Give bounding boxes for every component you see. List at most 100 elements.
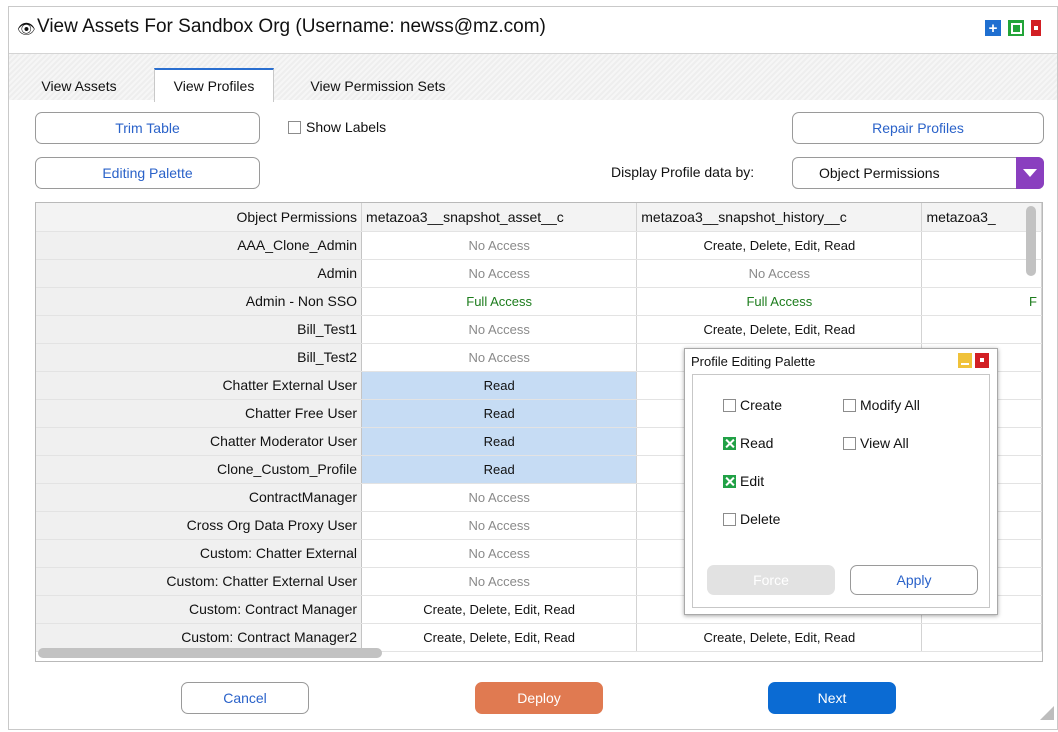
table-row: Admin - Non SSO Full Access Full Access F	[36, 287, 1042, 316]
modify-all-option[interactable]: Modify All	[843, 397, 920, 413]
tab-view-profiles[interactable]: View Profiles	[154, 68, 274, 102]
column-header[interactable]: metazoa3_	[921, 203, 1042, 232]
edit-option[interactable]: Edit	[723, 473, 764, 489]
table-cell[interactable]: No Access	[361, 315, 638, 344]
read-checkbox[interactable]	[723, 436, 736, 450]
view-all-label: View All	[860, 435, 909, 451]
title-bar: 👁 View Assets For Sandbox Org (Username:…	[9, 7, 1057, 47]
table-cell[interactable]: No Access	[361, 539, 638, 568]
table-cell[interactable]: No Access	[361, 259, 638, 288]
table-cell[interactable]: F	[921, 287, 1042, 316]
table-cell[interactable]: Read	[361, 371, 638, 400]
display-by-label: Display Profile data by:	[611, 164, 755, 180]
show-labels-checkbox[interactable]	[288, 121, 301, 134]
display-by-value: Object Permissions	[819, 165, 940, 181]
eye-icon: 👁	[17, 21, 37, 38]
row-header[interactable]: Custom: Chatter External	[36, 539, 363, 568]
row-header[interactable]: Bill_Test1	[36, 315, 363, 344]
window-title: View Assets For Sandbox Org (Username: n…	[37, 16, 546, 37]
table-cell[interactable]: Full Access	[361, 287, 638, 316]
table-cell[interactable]: No Access	[361, 231, 638, 260]
table-cell[interactable]: Create, Delete, Edit, Read	[636, 315, 923, 344]
trim-table-button[interactable]: Trim Table	[35, 112, 260, 144]
table-header-row: Object Permissions metazoa3__snapshot_as…	[36, 203, 1042, 232]
table-cell[interactable]: No Access	[636, 259, 923, 288]
force-button[interactable]: Force	[707, 565, 835, 595]
read-label: Read	[740, 435, 774, 451]
row-header[interactable]: Cross Org Data Proxy User	[36, 511, 363, 540]
table-row: AAA_Clone_Admin No Access Create, Delete, …	[36, 231, 1042, 260]
table-cell[interactable]	[921, 231, 1042, 260]
row-header[interactable]: Chatter External User	[36, 371, 363, 400]
row-header[interactable]: AAA_Clone_Admin	[36, 231, 363, 260]
row-header[interactable]: Bill_Test2	[36, 343, 363, 372]
table-cell[interactable]: Read	[361, 427, 638, 456]
view-all-option[interactable]: View All	[843, 435, 909, 451]
column-header[interactable]: metazoa3__snapshot_asset__c	[361, 203, 638, 232]
table-cell[interactable]: Create, Delete, Edit, Read	[361, 595, 638, 624]
delete-option[interactable]: Delete	[723, 511, 780, 527]
modify-all-label: Modify All	[860, 397, 920, 413]
create-option[interactable]: Create	[723, 397, 782, 413]
palette-body: Create Modify All Read View All Edit Del…	[692, 374, 990, 608]
table-cell[interactable]: Create, Delete, Edit, Read	[636, 231, 923, 260]
delete-checkbox[interactable]	[723, 512, 736, 526]
next-button[interactable]: Next	[768, 682, 896, 714]
row-header[interactable]: Clone_Custom_Profile	[36, 455, 363, 484]
repair-profiles-button[interactable]: Repair Profiles	[792, 112, 1044, 144]
resize-grip-icon[interactable]	[1040, 706, 1054, 720]
cancel-button[interactable]: Cancel	[181, 682, 309, 714]
row-header[interactable]: Admin - Non SSO	[36, 287, 363, 316]
table-cell[interactable]	[921, 623, 1042, 652]
vertical-scrollbar[interactable]	[1026, 206, 1036, 276]
tab-bar: View Assets View Profiles View Permissio…	[9, 53, 1057, 102]
table-cell[interactable]: No Access	[361, 567, 638, 596]
modify-all-checkbox[interactable]	[843, 398, 856, 412]
table-cell[interactable]: No Access	[361, 511, 638, 540]
editing-palette-button[interactable]: Editing Palette	[35, 157, 260, 189]
close-icon[interactable]	[1031, 20, 1041, 36]
tab-view-assets[interactable]: View Assets	[27, 72, 131, 100]
read-option[interactable]: Read	[723, 435, 773, 451]
profile-editing-palette: Profile Editing Palette Create Modify Al…	[684, 348, 998, 615]
maximize-icon[interactable]	[1008, 20, 1024, 36]
tab-view-permission-sets[interactable]: View Permission Sets	[289, 72, 467, 100]
table-row: Admin No Access No Access	[36, 259, 1042, 288]
edit-checkbox[interactable]	[723, 474, 736, 488]
row-header[interactable]: Admin	[36, 259, 363, 288]
table-row: Bill_Test1 No Access Create, Delete, Edit,…	[36, 315, 1042, 344]
plus-icon[interactable]: +	[985, 20, 1001, 36]
create-checkbox[interactable]	[723, 398, 736, 412]
table-cell[interactable]: Create, Delete, Edit, Read	[636, 623, 923, 652]
row-header[interactable]: Chatter Free User	[36, 399, 363, 428]
view-all-checkbox[interactable]	[843, 436, 856, 450]
corner-header: Object Permissions	[36, 203, 363, 232]
horizontal-scrollbar[interactable]	[38, 648, 382, 658]
row-header[interactable]: ContractManager	[36, 483, 363, 512]
close-icon[interactable]	[975, 353, 989, 368]
edit-label: Edit	[740, 473, 765, 489]
column-header[interactable]: metazoa3__snapshot_history__c	[636, 203, 923, 232]
create-label: Create	[740, 397, 783, 413]
show-labels-label: Show Labels	[306, 119, 387, 135]
delete-label: Delete	[740, 511, 781, 527]
row-header[interactable]: Custom: Chatter External User	[36, 567, 363, 596]
table-cell[interactable]: No Access	[361, 483, 638, 512]
chevron-down-icon[interactable]	[1016, 157, 1044, 189]
apply-button[interactable]: Apply	[850, 565, 978, 595]
table-cell[interactable]	[921, 315, 1042, 344]
row-header[interactable]: Chatter Moderator User	[36, 427, 363, 456]
table-cell[interactable]: Full Access	[636, 287, 923, 316]
palette-title: Profile Editing Palette	[691, 354, 816, 369]
table-cell[interactable]: No Access	[361, 343, 638, 372]
row-header[interactable]: Custom: Contract Manager2	[36, 623, 363, 652]
deploy-button[interactable]: Deploy	[475, 682, 603, 714]
table-cell[interactable]: Create, Delete, Edit, Read	[361, 623, 638, 652]
table-cell[interactable]	[921, 259, 1042, 288]
table-cell[interactable]: Read	[361, 455, 638, 484]
row-header[interactable]: Custom: Contract Manager	[36, 595, 363, 624]
minimize-icon[interactable]	[958, 353, 972, 368]
table-row: Custom: Contract Manager2 Create, Delete,…	[36, 623, 1042, 652]
display-by-select[interactable]: Object Permissions	[792, 157, 1044, 189]
table-cell[interactable]: Read	[361, 399, 638, 428]
